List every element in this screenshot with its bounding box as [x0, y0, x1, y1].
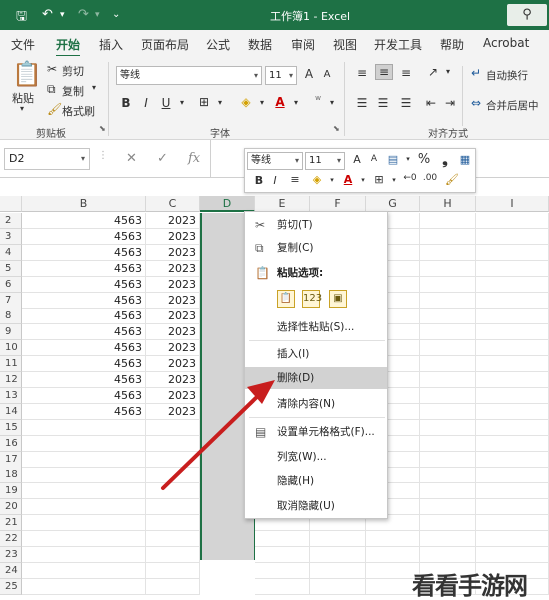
arrow-shaft	[161, 390, 264, 490]
annotation-arrow	[161, 380, 275, 490]
watermark: 看看手游网	[412, 572, 528, 600]
